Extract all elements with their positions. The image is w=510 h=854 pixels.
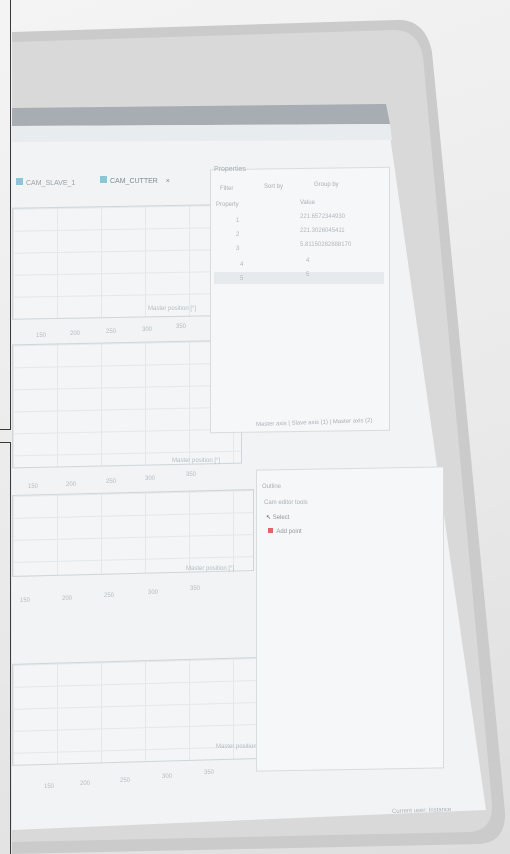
property-column-header: Property	[216, 202, 239, 208]
property-row-value[interactable]: 5.81150282888170	[300, 242, 351, 248]
group-button[interactable]: Group by	[314, 182, 339, 188]
chart-3-tick-label: 350	[190, 586, 201, 592]
cam-chart-3[interactable]	[12, 489, 254, 577]
chart-1-axis-caption: Master position [°]	[148, 306, 197, 312]
property-row-value[interactable]: 221.6572344930	[300, 214, 345, 220]
chart-3-tick-label: 300	[148, 590, 159, 596]
value-column-header: Value	[300, 200, 315, 206]
chart-1-tick-label: 350	[176, 324, 187, 330]
chart-1-tick-label: 200	[70, 331, 81, 337]
cam-tab-icon	[100, 176, 107, 183]
property-row-key: 2	[236, 232, 240, 238]
chart-3-axis-caption: Master position [°]	[186, 566, 235, 572]
chart-4-tick-label: 200	[80, 781, 91, 787]
chart-3-tick-label: 200	[62, 596, 73, 602]
outline-tools-header: Cam editor tools	[264, 500, 308, 506]
chart-1-tick-label: 300	[142, 327, 153, 333]
property-row-key: 3	[236, 246, 240, 252]
tab-cam-slave[interactable]: CAM_SLAVE_1	[16, 178, 75, 187]
cam-chart-1[interactable]	[12, 204, 216, 320]
properties-panel-title: Properties	[214, 166, 246, 173]
property-row-key: 5	[240, 276, 244, 282]
outline-panel-title: Outline	[262, 484, 282, 490]
screen: CAM_SLAVE_1 CAM_CUTTER × Master position…	[0, 0, 510, 854]
chart-2-tick-label: 200	[66, 482, 77, 488]
outline-item-add-point[interactable]: Add point	[268, 528, 302, 535]
chart-2-axis-caption: Master position [°]	[172, 458, 221, 464]
chart-4-tick-label: 300	[162, 774, 173, 780]
red-square-icon	[268, 528, 273, 533]
property-row-value[interactable]: 4	[306, 258, 309, 264]
outline-item-label: Select	[272, 515, 290, 521]
chart-1-tick-label: 250	[106, 329, 117, 335]
property-row-value[interactable]: 221.3026045411	[300, 228, 345, 234]
outline-item-select[interactable]: ↖ Select	[266, 514, 289, 521]
chart-3-tick-label: 150	[20, 598, 31, 604]
chart-2-tick-label: 350	[186, 472, 197, 478]
tab-cam-cutter[interactable]: CAM_CUTTER ×	[100, 176, 170, 185]
outline-panel	[256, 466, 444, 772]
sort-button[interactable]: Sort by	[264, 184, 283, 190]
property-row-key: 1	[236, 218, 240, 224]
property-row-key: 4	[240, 262, 244, 268]
chart-1-tick-label: 150	[36, 333, 47, 339]
close-icon[interactable]: ×	[166, 178, 170, 185]
cam-chart-2[interactable]	[12, 339, 242, 469]
chart-4-tick-label: 150	[44, 784, 55, 790]
chart-2-tick-label: 300	[145, 476, 156, 482]
chart-4-tick-label: 350	[204, 770, 215, 776]
outline-item-label: Add point	[276, 529, 302, 535]
tab-cam-slave-label: CAM_SLAVE_1	[26, 180, 76, 187]
cursor-icon: ↖	[266, 515, 272, 521]
tab-cam-cutter-label: CAM_CUTTER	[110, 178, 158, 185]
cam-tab-icon	[16, 178, 23, 185]
property-row-value[interactable]: 5	[306, 272, 309, 278]
chart-2-tick-label: 150	[28, 484, 39, 490]
chart-4-tick-label: 250	[120, 778, 131, 784]
chart-2-tick-label: 250	[106, 479, 117, 485]
filter-button[interactable]: Filter	[220, 186, 233, 192]
chart-3-tick-label: 250	[104, 593, 115, 599]
